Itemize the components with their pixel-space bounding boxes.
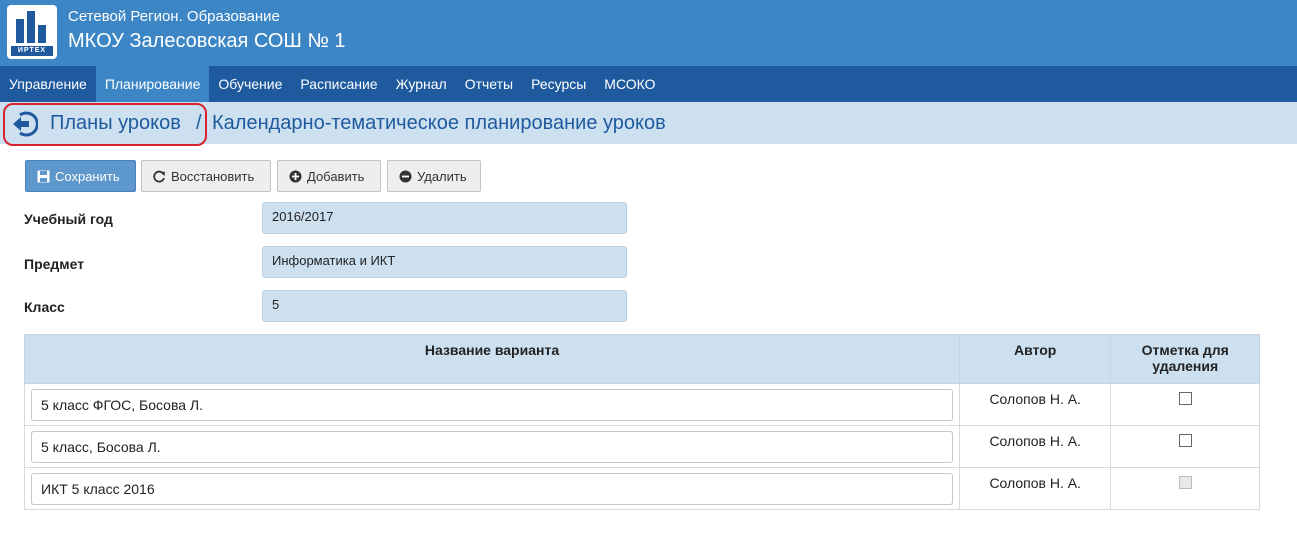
nav-item-reports[interactable]: Отчеты [456, 66, 522, 102]
school-year-field: 2016/2017 [262, 202, 627, 234]
table-row: ИКТ 5 класс 2016 Солопов Н. А. [24, 467, 1260, 510]
app-header: ИРТЕХ Сетевой Регион. Образование МКОУ З… [0, 0, 1297, 66]
save-icon [36, 169, 50, 183]
restore-button[interactable]: Восстановить [141, 160, 271, 192]
delete-button[interactable]: Удалить [387, 160, 481, 192]
main-nav: Управление Планирование Обучение Расписа… [0, 66, 1297, 102]
highlight-annotation [3, 103, 207, 146]
variant-name-cell: 5 класс ФГОС, Босова Л. [24, 383, 960, 426]
column-header-author: Автор [958, 334, 1112, 384]
page-title: Календарно-тематическое планирование уро… [212, 112, 666, 134]
variant-name-input[interactable]: 5 класс ФГОС, Босова Л. [31, 389, 953, 421]
nav-item-education[interactable]: Обучение [209, 66, 291, 102]
delete-mark-cell [1110, 425, 1260, 468]
school-year-label: Учебный год [24, 211, 113, 227]
plus-circle-icon [288, 169, 302, 183]
delete-button-label: Удалить [417, 168, 467, 184]
variant-name-input[interactable]: ИКТ 5 класс 2016 [31, 473, 953, 505]
author-cell: Солопов Н. А. [958, 467, 1112, 510]
nav-item-msoko[interactable]: МСОКО [595, 66, 664, 102]
nav-item-schedule[interactable]: Расписание [291, 66, 386, 102]
column-header-variant-name: Название варианта [24, 334, 960, 384]
subject-label: Предмет [24, 256, 85, 272]
class-field: 5 [262, 290, 627, 322]
delete-mark-checkbox[interactable] [1178, 392, 1192, 405]
delete-mark-cell [1110, 467, 1260, 510]
nav-item-management[interactable]: Управление [0, 66, 96, 102]
refresh-icon [152, 169, 166, 183]
class-label: Класс [24, 299, 65, 315]
table-header-row: Название варианта Автор Отметка для удал… [24, 334, 1260, 384]
system-name: Сетевой Регион. Образование [68, 8, 280, 25]
column-header-delete-mark-line2: удаления [1152, 358, 1219, 374]
delete-mark-checkbox-disabled [1178, 476, 1192, 489]
delete-mark-cell [1110, 383, 1260, 426]
column-header-delete-mark: Отметка для удаления [1110, 334, 1260, 384]
variant-name-input[interactable]: 5 класс, Босова Л. [31, 431, 953, 463]
subject-field: Информатика и ИКТ [262, 246, 627, 278]
irtech-logo: ИРТЕХ [7, 5, 57, 59]
add-button[interactable]: Добавить [277, 160, 381, 192]
logo-text: ИРТЕХ [11, 46, 53, 56]
minus-circle-icon [398, 169, 412, 183]
author-cell: Солопов Н. А. [958, 383, 1112, 426]
save-button[interactable]: Сохранить [25, 160, 136, 192]
add-button-label: Добавить [307, 168, 365, 184]
nav-item-resources[interactable]: Ресурсы [522, 66, 595, 102]
column-header-delete-mark-line1: Отметка для [1141, 342, 1229, 358]
nav-item-planning[interactable]: Планирование [95, 66, 210, 102]
author-cell: Солопов Н. А. [958, 425, 1112, 468]
school-name: МКОУ Залесовская СОШ № 1 [68, 30, 346, 52]
variants-table: Название варианта Автор Отметка для удал… [24, 334, 1260, 510]
restore-button-label: Восстановить [171, 168, 255, 184]
variant-name-cell: ИКТ 5 класс 2016 [24, 467, 960, 510]
save-button-label: Сохранить [55, 168, 120, 184]
variant-name-cell: 5 класс, Босова Л. [24, 425, 960, 468]
delete-mark-checkbox[interactable] [1178, 434, 1192, 447]
nav-item-journal[interactable]: Журнал [387, 66, 456, 102]
table-row: 5 класс, Босова Л. Солопов Н. А. [24, 425, 1260, 468]
table-row: 5 класс ФГОС, Босова Л. Солопов Н. А. [24, 383, 1260, 426]
